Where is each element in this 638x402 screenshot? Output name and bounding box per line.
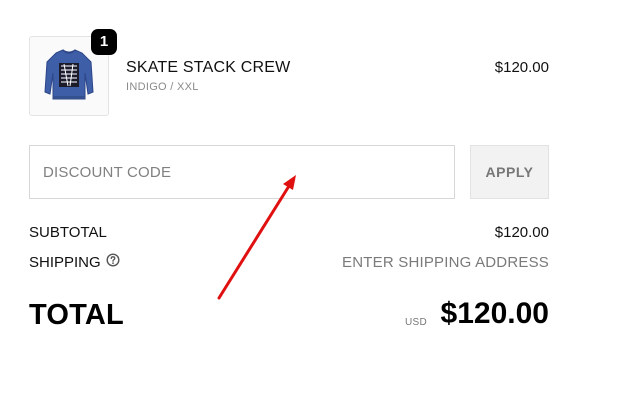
shipping-row: SHIPPING ENTER SHIPPING ADDRESS (29, 253, 549, 274)
subtotal-label: SUBTOTAL (29, 224, 107, 241)
product-thumbnail-wrapper: 1 (29, 29, 117, 116)
total-label: TOTAL (29, 299, 124, 331)
discount-code-input[interactable] (29, 145, 455, 199)
shipping-value: ENTER SHIPPING ADDRESS (342, 254, 549, 271)
apply-discount-button[interactable]: APPLY (470, 145, 549, 199)
product-variant: INDIGO / XXL (126, 81, 199, 93)
subtotal-value: $120.00 (494, 224, 549, 241)
total-value: $120.00 (440, 297, 549, 330)
cart-line-item: 1 SKATE STACK CREW INDIGO / XXL $120.00 (29, 29, 549, 118)
product-name: SKATE STACK CREW (126, 59, 291, 76)
shipping-label: SHIPPING (29, 254, 101, 271)
quantity-badge: 1 (91, 29, 117, 55)
currency-code: USD (404, 317, 427, 328)
checkout-order-summary: 1 SKATE STACK CREW INDIGO / XXL $120.00 … (0, 0, 638, 402)
question-circle-icon[interactable] (106, 253, 120, 271)
total-row: TOTAL USD $120.00 (29, 296, 549, 336)
discount-form: APPLY (29, 145, 549, 199)
shipping-label-group: SHIPPING (29, 253, 120, 271)
subtotal-row: SUBTOTAL $120.00 (29, 224, 549, 244)
product-price: $120.00 (494, 59, 549, 76)
